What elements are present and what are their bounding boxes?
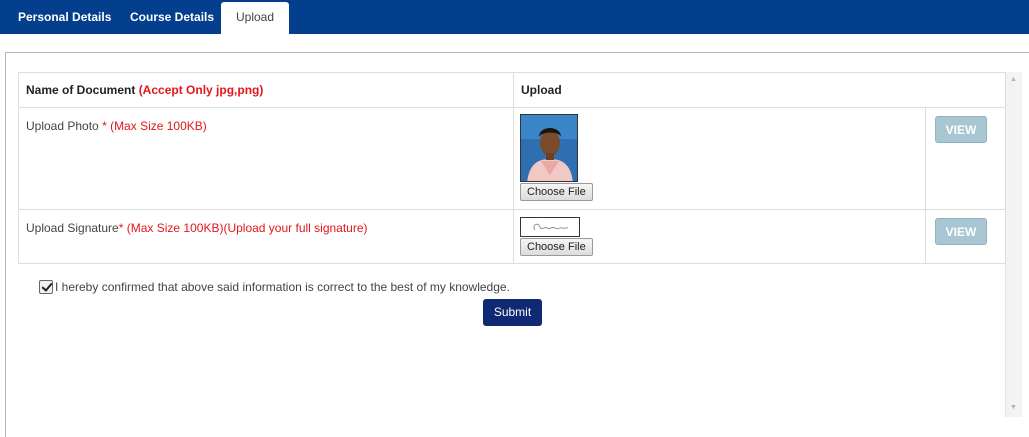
signature-view-button[interactable]: VIEW (935, 218, 987, 245)
tab-personal-details[interactable]: Personal Details (18, 10, 111, 24)
table-row: Upload Photo * (Max Size 100KB) Choose F… (18, 107, 1006, 210)
tab-course-details[interactable]: Course Details (130, 10, 214, 24)
table-header-row: Name of Document (Accept Only jpg,png) U… (18, 72, 1006, 108)
signature-view-cell: VIEW (925, 209, 1006, 264)
accepted-formats-note: (Accept Only jpg,png) (138, 83, 264, 97)
document-name-header-label: Name of Document (26, 83, 139, 97)
tab-upload[interactable]: Upload (221, 2, 290, 34)
photo-preview (520, 114, 578, 182)
photo-upload-cell: Choose File (513, 107, 926, 210)
confirm-checkbox[interactable] (39, 280, 53, 294)
signature-size-note: (Max Size 100KB)(Upload your full signat… (123, 221, 368, 235)
signature-upload-cell: Choose File (513, 209, 926, 264)
document-name-header: Name of Document (Accept Only jpg,png) (18, 72, 514, 108)
table-row: Upload Signature* (Max Size 100KB)(Uploa… (18, 209, 1006, 264)
scroll-up-arrow-icon[interactable]: ▲ (1010, 76, 1017, 84)
confirmation-row: I hereby confirmed that above said infor… (39, 280, 510, 294)
signature-label: Upload Signature (26, 221, 119, 235)
upload-header: Upload (513, 72, 1006, 108)
signature-preview (520, 217, 580, 237)
signature-label-cell: Upload Signature* (Max Size 100KB)(Uploa… (18, 209, 514, 264)
submit-button[interactable]: Submit (483, 299, 542, 326)
signature-choose-file-button[interactable]: Choose File (520, 238, 593, 256)
confirm-text: I hereby confirmed that above said infor… (55, 280, 510, 294)
document-upload-table: Name of Document (Accept Only jpg,png) U… (18, 72, 1006, 264)
photo-size-note: (Max Size 100KB) (106, 119, 207, 133)
vertical-scrollbar[interactable]: ▲ ▼ (1005, 72, 1022, 417)
photo-label-cell: Upload Photo * (Max Size 100KB) (18, 107, 514, 210)
tab-bar: Personal Details Course Details Upload (0, 0, 1029, 34)
photo-label: Upload Photo (26, 119, 103, 133)
photo-view-cell: VIEW (925, 107, 1006, 210)
photo-view-button[interactable]: VIEW (935, 116, 987, 143)
photo-choose-file-button[interactable]: Choose File (520, 183, 593, 201)
scroll-down-arrow-icon[interactable]: ▼ (1010, 404, 1017, 412)
